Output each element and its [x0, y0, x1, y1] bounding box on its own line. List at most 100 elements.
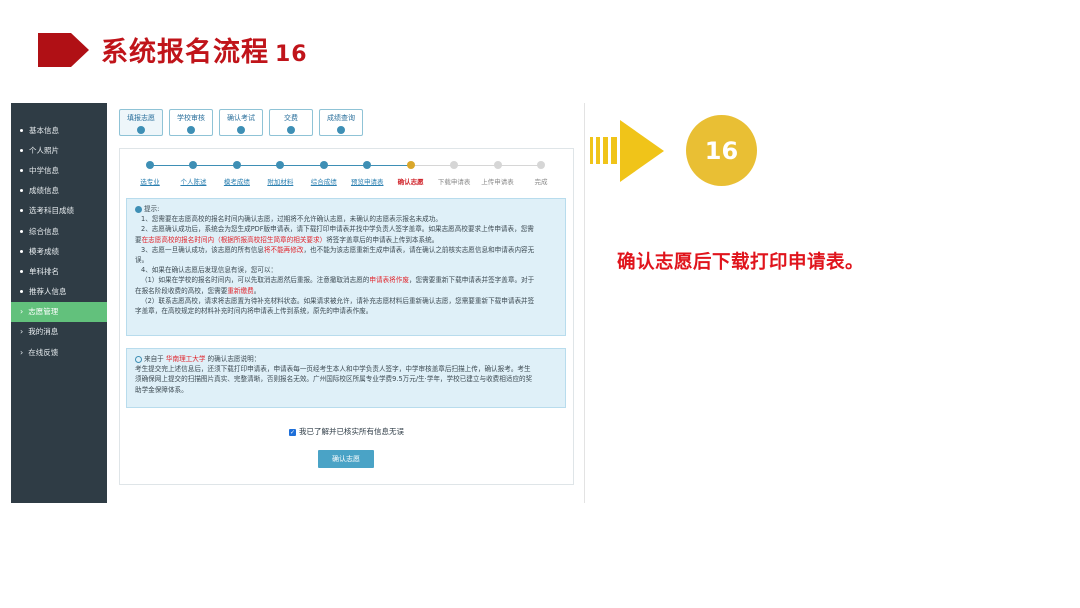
tips-line: 误。	[135, 256, 149, 265]
bullet-icon	[20, 209, 23, 213]
step-note: 确认志愿后下载打印申请表。	[617, 252, 865, 273]
tab-label: 学校审核	[177, 114, 205, 122]
step-label[interactable]: 预览申请表	[351, 176, 384, 186]
sidebar-item[interactable]: 模考成绩	[11, 241, 107, 261]
tab-label: 成绩查询	[327, 114, 355, 122]
bullet-icon	[20, 229, 23, 233]
tips-line: 在报名阶段收费的高校，您需要重新缴费。	[135, 286, 261, 295]
step-connector	[454, 165, 498, 166]
step-label[interactable]: 选专业	[140, 176, 160, 186]
progress-steps: 选专业 个人陈述 模考成绩 附加材料 综合成绩 预览申请表 确认志愿 下载申请表 上传申请表 完成	[128, 157, 563, 186]
tab[interactable]: 确认考试	[219, 109, 263, 136]
title-arrow-tip-icon	[71, 32, 89, 67]
step-connector	[323, 165, 368, 166]
step-label[interactable]: 个人陈述	[180, 176, 206, 186]
confirm-volunteer-button[interactable]: 确认志愿	[318, 450, 374, 468]
tab-icon	[137, 126, 145, 134]
tab-icon	[287, 126, 295, 134]
school-note-line: 须确保网上提交的扫描图片真实、完整清晰，否则报名无效。广州国际校区所属专业学费9…	[135, 375, 533, 384]
tips-line: 2、志愿确认成功后，系统会为您生成PDF版申请表，请下载打印申请表并找中学负责人…	[141, 225, 534, 234]
sidebar-item[interactable]: 综合信息	[11, 221, 107, 241]
bullet-icon	[20, 249, 23, 253]
info-icon	[135, 205, 142, 213]
sidebar-item-label: 在线反馈	[28, 347, 59, 357]
step-label[interactable]: 附加材料	[267, 176, 293, 186]
sidebar-item-label: 选考科目成绩	[29, 206, 74, 216]
sidebar-item[interactable]: › 志愿管理	[11, 301, 107, 322]
step-connector	[150, 165, 194, 166]
sidebar-item-label: 基本信息	[29, 125, 59, 135]
sidebar-item-label: 成绩信息	[29, 186, 59, 196]
step-dot	[406, 161, 415, 169]
sidebar-item[interactable]: 基本信息	[11, 120, 107, 140]
tab[interactable]: 填报志愿	[119, 109, 163, 136]
step-dot	[276, 161, 285, 169]
agree-row: ✓ 我已了解并已核实所有信息无误	[120, 426, 573, 437]
divider	[584, 103, 585, 503]
step-dot	[537, 161, 545, 169]
yellow-arrow-icon	[590, 120, 664, 182]
bullet-icon	[20, 290, 23, 294]
tips-box: 提示: 1、您需要在志愿高校的报名时间内确认志愿，过期将不允许确认志愿，未确认的…	[126, 198, 566, 336]
tips-line: 3、志愿一旦确认成功，该志愿的所有信息将不能再修改，也不能为该志愿重新生成申请表…	[141, 245, 535, 254]
process-tabs: 填报志愿 学校审核 确认考试 交费 成绩查询	[119, 103, 581, 136]
sidebar: 基本信息个人照片中学信息成绩信息选考科目成绩 综合信息模考成绩单科排名推荐人信息 ›…	[11, 103, 107, 503]
bullet-icon	[20, 168, 23, 172]
sidebar-item[interactable]: › 在线反馈	[11, 342, 107, 362]
sidebar-item[interactable]: 单科排名	[11, 261, 107, 281]
school-note-box: 来自于 华南理工大学 的确认志愿说明： 考生提交完上述信息后，还须下载打印申请表…	[126, 348, 566, 408]
bullet-icon	[20, 148, 23, 152]
lightbulb-icon	[135, 355, 142, 363]
slide-title: 系统报名流程 16	[101, 30, 308, 69]
step-dot	[189, 161, 198, 169]
tab[interactable]: 成绩查询	[319, 109, 363, 136]
sidebar-item-label: 个人照片	[29, 145, 59, 155]
step-connector	[236, 165, 281, 166]
slide-number: 16	[275, 42, 308, 67]
sidebar-item-label: 模考成绩	[29, 246, 59, 256]
school-note-line: 助学金保障体系。	[135, 385, 188, 394]
step-label[interactable]: 模考成绩	[224, 176, 250, 186]
tips-line: 1、您需要在志愿高校的报名时间内确认志愿，过期将不允许确认志愿，未确认的志愿表示…	[141, 215, 442, 224]
step-number-badge: 16	[686, 115, 757, 186]
agree-label: 我已了解并已核实所有信息无误	[299, 427, 404, 436]
agree-checkbox[interactable]: ✓	[289, 428, 296, 436]
slide-title-text: 系统报名流程	[101, 37, 269, 68]
bullet-icon	[20, 128, 23, 132]
step-connector	[367, 165, 411, 166]
sidebar-item[interactable]: 推荐人信息	[11, 282, 107, 302]
step-dot	[146, 161, 154, 169]
step-connector	[193, 165, 237, 166]
sidebar-item[interactable]: › 我的消息	[11, 322, 107, 342]
sidebar-item[interactable]: 中学信息	[11, 160, 107, 180]
step-connector	[497, 165, 541, 166]
sidebar-item-label: 我的消息	[28, 327, 59, 337]
title-arrow-icon	[38, 32, 71, 67]
sidebar-item-label: 综合信息	[29, 226, 59, 236]
school-name: 华南理工大学	[165, 355, 206, 363]
step-connector	[410, 165, 455, 166]
tips-line: 字盖章，在高校规定的材料补充时间内将申请表上传到系统，原先的申请表作废。	[135, 307, 373, 316]
screenshot-panel: 基本信息 个人照片 中学信息 成绩信息 选考科目成绩 综合信息 模考成绩 单科排名 推荐人信息 ›…	[11, 103, 583, 503]
application-panel: 选专业 个人陈述 模考成绩 附加材料 综合成绩 预览申请表 确认志愿 下载申请表 上传申请表 完成…	[119, 148, 574, 485]
tab[interactable]: 交费	[269, 109, 313, 136]
bullet-icon	[20, 189, 23, 193]
tips-title: 提示:	[144, 205, 160, 213]
step-label: 下载申请表	[437, 178, 471, 186]
tips-line: （2）联系志愿高校，请求将志愿置为待补充材料状态。如果请求被允许，请补充志愿材料…	[141, 296, 535, 305]
tab[interactable]: 学校审核	[169, 109, 213, 136]
sidebar-item-label: 志愿管理	[28, 307, 59, 317]
sidebar-item[interactable]: 选考科目成绩	[11, 201, 107, 221]
step-connector	[280, 165, 324, 166]
step-dot	[232, 161, 241, 169]
bullet-icon	[20, 269, 23, 273]
sidebar-item[interactable]: 成绩信息	[11, 181, 107, 201]
step-label: 上传申请表	[481, 178, 514, 186]
step-label[interactable]: 综合成绩	[311, 176, 337, 186]
school-note-line: 考生提交完上述信息后，还须下载打印申请表，申请表每一页经考生本人和中学负责人签字…	[135, 365, 531, 374]
chevron-right-icon: ›	[20, 307, 24, 317]
sidebar-item-label: 推荐人信息	[29, 287, 67, 297]
slide-header: 系统报名流程 16	[38, 30, 308, 69]
sidebar-item[interactable]: 个人照片	[11, 140, 107, 160]
tab-icon	[187, 126, 195, 134]
